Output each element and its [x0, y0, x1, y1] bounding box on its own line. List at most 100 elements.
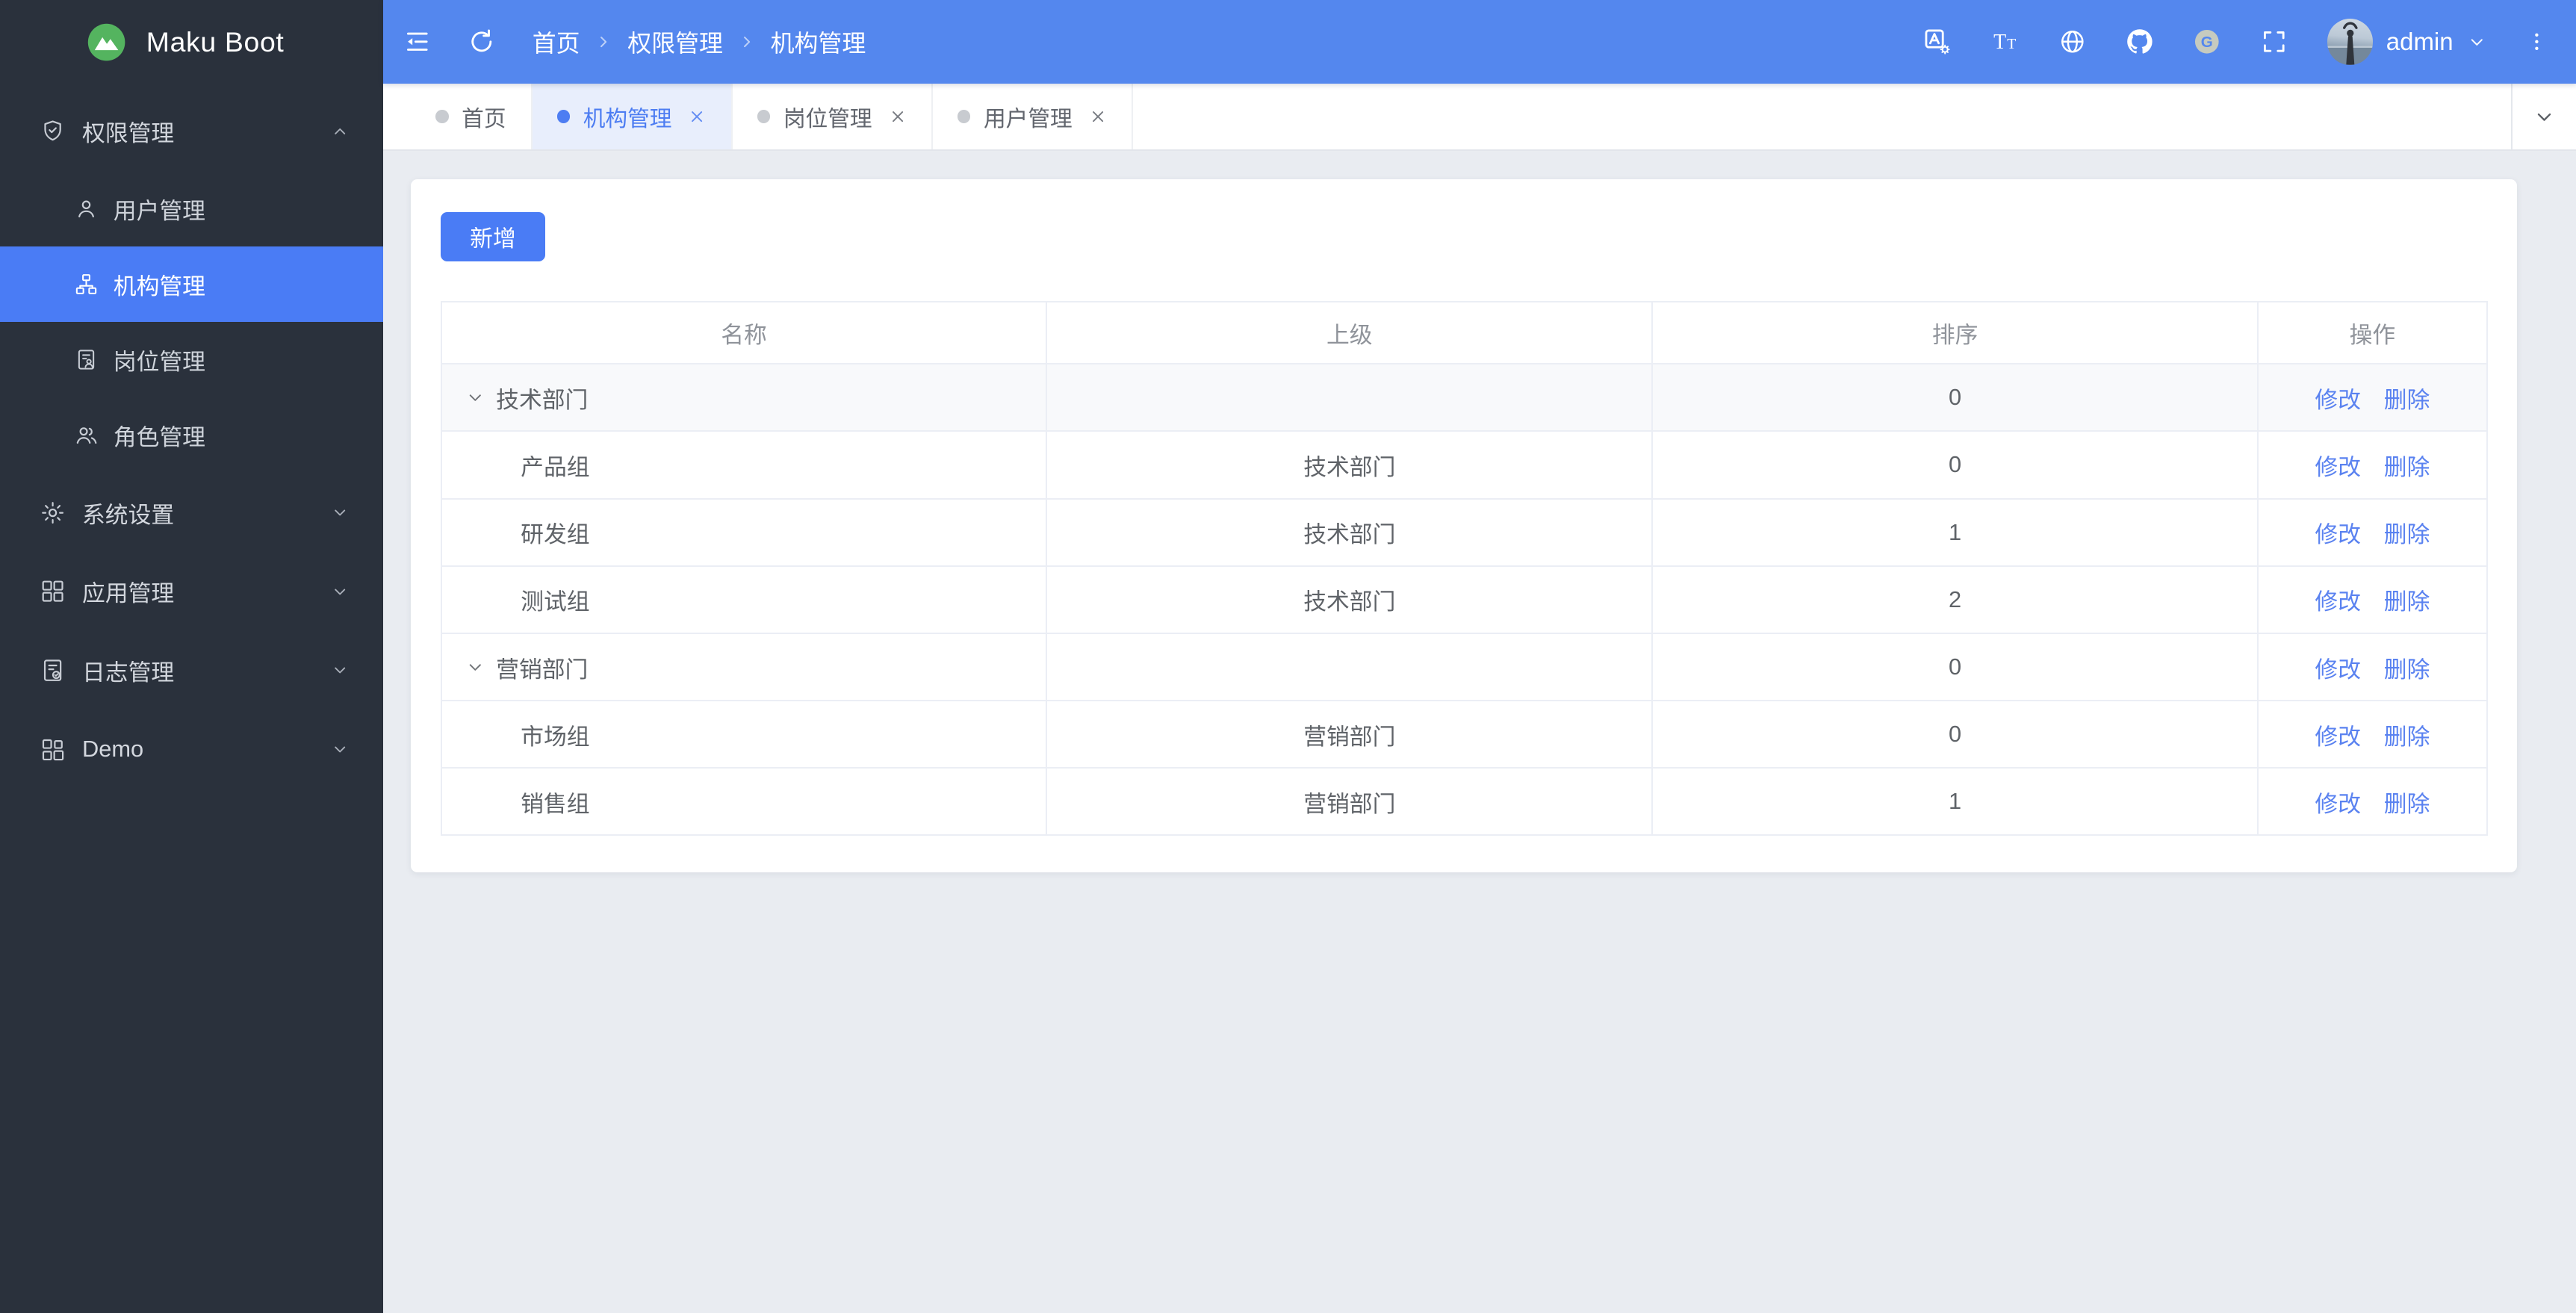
refresh-icon[interactable] — [467, 27, 497, 57]
expand-caret-icon[interactable] — [465, 656, 486, 678]
chevron-down-icon — [330, 660, 350, 680]
globe-icon[interactable] — [2058, 27, 2088, 57]
org-name-cell: 市场组 — [465, 718, 1029, 751]
chevron-down-icon — [330, 503, 350, 522]
column-header-name: 名称 — [440, 300, 1048, 365]
sidebar-item-role-management[interactable]: 角色管理 — [0, 397, 383, 473]
row-action-delete[interactable]: 删除 — [2384, 791, 2430, 817]
tab-close-icon[interactable] — [1089, 108, 1107, 125]
org-name-cell: 技术部门 — [465, 381, 1029, 415]
table-row: 研发组 技术部门 1 修改 删除 — [440, 497, 2488, 567]
sidebar-group-demo[interactable]: Demo — [0, 710, 383, 789]
row-action-edit[interactable]: 修改 — [2315, 589, 2361, 615]
tab-org-management[interactable]: 机构管理 — [532, 84, 733, 150]
tab-label: 首页 — [462, 106, 506, 131]
org-name-cell: 测试组 — [465, 583, 1029, 616]
content-card: 新增 名称 上级 排序 操作 技术部门 0 修改 删除 产品组 技术部门 0 修… — [410, 179, 2518, 872]
org-name: 销售组 — [521, 790, 590, 817]
row-actions: 修改 删除 — [2257, 565, 2488, 634]
topbar-right: TT G admin — [1922, 19, 2548, 65]
svg-text:T: T — [1993, 31, 2006, 54]
tab-close-icon[interactable] — [688, 108, 706, 125]
table-row: 市场组 营销部门 0 修改 删除 — [440, 700, 2488, 769]
org-parent — [1046, 363, 1654, 432]
row-action-delete[interactable]: 删除 — [2384, 387, 2430, 413]
org-name-cell: 营销部门 — [465, 651, 1029, 684]
demo-icon — [40, 736, 66, 763]
row-action-edit[interactable]: 修改 — [2315, 656, 2361, 683]
table-row: 营销部门 0 修改 删除 — [440, 632, 2488, 702]
row-action-delete[interactable]: 删除 — [2384, 724, 2430, 750]
breadcrumb: 首页 权限管理 机构管理 — [533, 25, 866, 59]
row-action-edit[interactable]: 修改 — [2315, 521, 2361, 547]
log-doc-icon — [40, 657, 66, 683]
github-icon[interactable] — [2125, 27, 2155, 57]
org-parent: 营销部门 — [1046, 767, 1654, 836]
sidebar-item-org-management[interactable]: 机构管理 — [0, 246, 383, 323]
row-actions: 修改 删除 — [2257, 430, 2488, 500]
row-actions: 修改 删除 — [2257, 700, 2488, 769]
sidebar: Maku Boot 权限管理 用户管理 机构管理 岗位管理 角色管理 系统设置 … — [0, 0, 383, 1313]
topbar: 首页 权限管理 机构管理 TT G admin — [382, 0, 2576, 84]
org-name: 技术部门 — [496, 386, 589, 413]
row-action-delete[interactable]: 删除 — [2384, 454, 2430, 480]
row-action-edit[interactable]: 修改 — [2315, 791, 2361, 817]
sidebar-group-log-management[interactable]: 日志管理 — [0, 631, 383, 710]
breadcrumb-current-page: 机构管理 — [770, 30, 866, 58]
table-row: 技术部门 0 修改 删除 — [440, 363, 2488, 432]
gitee-icon[interactable]: G — [2192, 27, 2222, 57]
menu-fold-icon[interactable] — [403, 27, 432, 57]
row-action-delete[interactable]: 删除 — [2384, 589, 2430, 615]
sidebar-group-permission-management[interactable]: 权限管理 — [0, 92, 383, 171]
row-actions: 修改 删除 — [2257, 632, 2488, 702]
row-action-edit[interactable]: 修改 — [2315, 724, 2361, 750]
table-row: 测试组 技术部门 2 修改 删除 — [440, 565, 2488, 634]
app-window: Maku Boot 权限管理 用户管理 机构管理 岗位管理 角色管理 系统设置 … — [0, 0, 2576, 1313]
table-body: 技术部门 0 修改 删除 产品组 技术部门 0 修改 删除 研发组 技术部门 1 修… — [440, 363, 2488, 836]
user-name: admin — [2386, 28, 2454, 56]
user-menu[interactable]: admin — [2327, 19, 2488, 65]
org-name: 市场组 — [521, 723, 590, 750]
avatar[interactable] — [2327, 19, 2374, 65]
row-action-edit[interactable]: 修改 — [2315, 454, 2361, 480]
sidebar-menu: 权限管理 用户管理 机构管理 岗位管理 角色管理 系统设置 应用管理 日志管理 … — [0, 84, 383, 1313]
chevron-down-icon — [2466, 31, 2488, 53]
org-tree-icon — [74, 272, 99, 297]
row-action-edit[interactable]: 修改 — [2315, 387, 2361, 413]
breadcrumb-home[interactable]: 首页 — [533, 25, 580, 59]
roles-icon — [74, 423, 99, 447]
org-sort: 0 — [1651, 363, 2259, 432]
sidebar-group-system-settings[interactable]: 系统设置 — [0, 474, 383, 553]
expand-caret-icon[interactable] — [465, 387, 486, 409]
fullscreen-icon[interactable] — [2259, 27, 2289, 57]
post-doc-icon — [74, 347, 99, 372]
row-action-delete[interactable]: 删除 — [2384, 521, 2430, 547]
org-table: 名称 上级 排序 操作 技术部门 0 修改 删除 产品组 技术部门 0 修改 删… — [440, 300, 2488, 836]
tab-post-management[interactable]: 岗位管理 — [733, 84, 933, 150]
shield-check-icon — [40, 118, 66, 144]
sidebar-item-user-management[interactable]: 用户管理 — [0, 171, 383, 246]
svg-text:T: T — [2007, 36, 2016, 52]
font-size-icon[interactable]: TT — [1990, 27, 2020, 57]
row-actions: 修改 删除 — [2257, 363, 2488, 432]
tab-user-management[interactable]: 用户管理 — [933, 84, 1133, 150]
table-header-row: 名称 上级 排序 操作 — [440, 300, 2488, 365]
translate-icon[interactable] — [1922, 27, 1952, 57]
tab-status-dot — [957, 110, 971, 124]
breadcrumb-permission-management[interactable]: 权限管理 — [627, 25, 723, 59]
org-sort: 0 — [1651, 430, 2259, 500]
row-action-delete[interactable]: 删除 — [2384, 656, 2430, 683]
sidebar-item-post-management[interactable]: 岗位管理 — [0, 322, 383, 397]
sidebar-group-app-management[interactable]: 应用管理 — [0, 552, 383, 631]
tabs-overflow-button[interactable] — [2510, 84, 2576, 150]
row-actions: 修改 删除 — [2257, 767, 2488, 836]
content-column: 首页 权限管理 机构管理 TT G admin 首页 机构管理 岗位管理 用户管… — [382, 0, 2576, 1313]
column-header-sort: 排序 — [1651, 300, 2259, 365]
add-button[interactable]: 新增 — [440, 211, 546, 261]
org-sort: 0 — [1651, 632, 2259, 702]
org-name: 产品组 — [521, 453, 590, 480]
tab-home[interactable]: 首页 — [411, 84, 533, 150]
tab-close-icon[interactable] — [889, 108, 907, 125]
grid-icon — [40, 578, 66, 604]
kebab-menu-icon[interactable] — [2525, 27, 2548, 57]
